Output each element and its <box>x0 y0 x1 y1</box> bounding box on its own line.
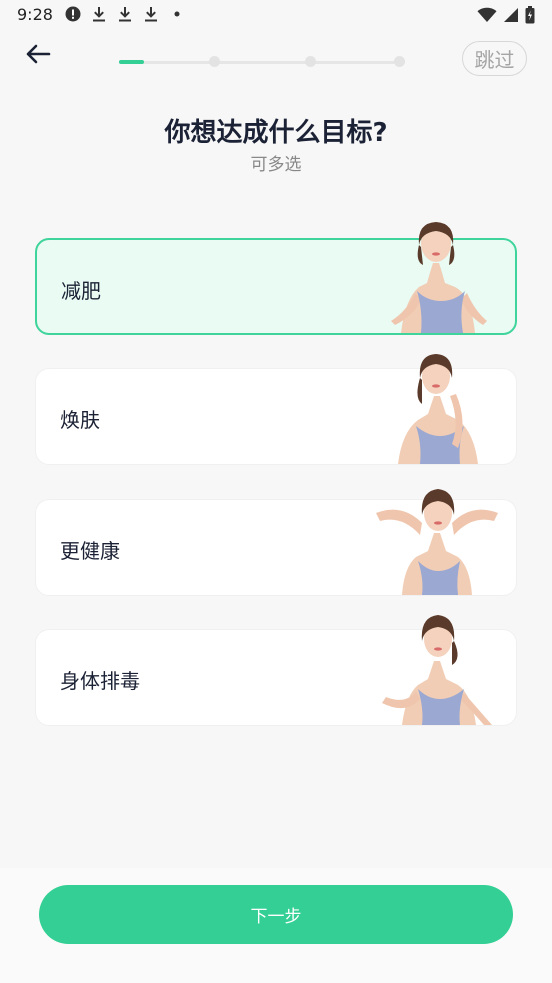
page-subtitle: 可多选 <box>250 155 302 175</box>
dot-icon <box>168 5 186 23</box>
goal-option-label: 更健康 <box>60 539 120 563</box>
wifi-icon <box>477 7 497 27</box>
signal-icon <box>503 7 519 27</box>
goal-option-lose-weight[interactable]: 减肥 <box>35 222 517 335</box>
status-bar: 9:28 <box>0 0 552 30</box>
goal-option-label: 焕肤 <box>60 408 100 432</box>
status-time: 9:28 <box>17 5 53 24</box>
arrow-left-icon <box>25 44 51 68</box>
goal-option-skin-renewal[interactable]: 焕肤 <box>35 354 517 465</box>
page-title: 你想达成什么目标? <box>164 118 388 148</box>
progress-active-segment <box>119 60 144 64</box>
progress-step-dot <box>305 56 316 67</box>
download-icon <box>90 5 108 23</box>
woman-running-illustration <box>382 615 492 725</box>
download-icon <box>116 5 134 23</box>
download-icon <box>142 5 160 23</box>
goal-option-label: 减肥 <box>61 279 101 303</box>
progress-track <box>119 61 405 64</box>
next-button[interactable]: 下一步 <box>39 885 513 944</box>
notification-icons <box>64 5 186 23</box>
goal-option-healthier[interactable]: 更健康 <box>35 489 517 596</box>
battery-icon <box>525 6 535 28</box>
woman-arms-behind-head-illustration <box>376 489 498 595</box>
alert-icon <box>64 5 82 23</box>
back-button[interactable] <box>22 40 54 72</box>
progress-step-dot <box>209 56 220 67</box>
goal-option-detox[interactable]: 身体排毒 <box>35 615 517 726</box>
goal-option-label: 身体排毒 <box>60 669 140 693</box>
system-icons <box>477 6 535 28</box>
progress-step-dot <box>394 56 405 67</box>
woman-hands-on-hips-illustration <box>391 222 487 333</box>
woman-touching-face-illustration <box>398 354 478 464</box>
step-progress <box>119 56 407 68</box>
skip-button[interactable]: 跳过 <box>462 41 527 76</box>
